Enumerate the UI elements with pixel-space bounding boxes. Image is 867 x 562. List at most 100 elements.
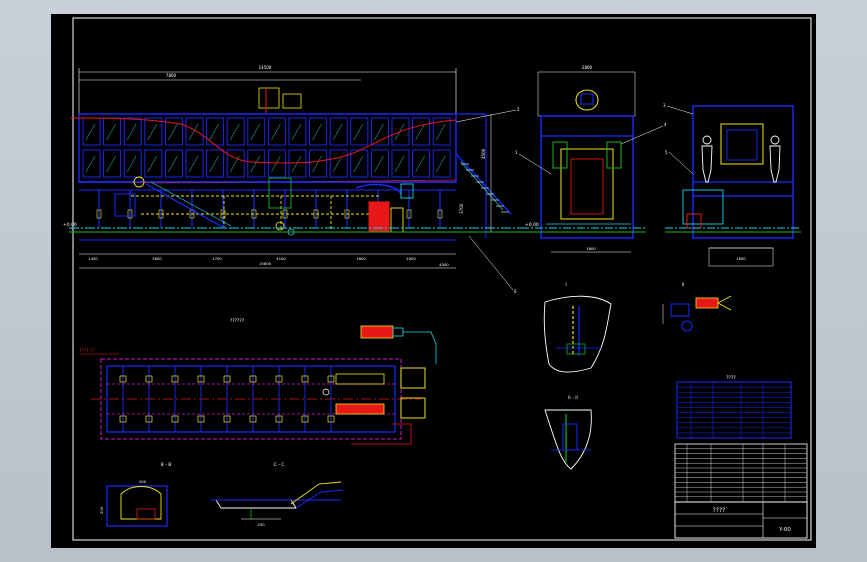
window-pane <box>267 117 286 146</box>
window-glint <box>168 123 178 141</box>
side-view: 1800 3 5 <box>663 103 801 267</box>
window-glint <box>394 155 405 173</box>
window-pane <box>82 149 101 178</box>
sheet-border <box>72 17 812 541</box>
front-elevation: 14500 7800 +0.00 4500 3700 1400 3800 170… <box>63 65 521 294</box>
dim-bottom-1: 1400 <box>88 256 98 261</box>
window-pane <box>288 117 307 146</box>
dim-top-segment: 7800 <box>166 73 177 78</box>
window-glint <box>250 123 261 141</box>
dim-bottom-4: 4100 <box>276 256 286 261</box>
cad-viewport[interactable]: 14500 7800 +0.00 4500 3700 1400 3800 170… <box>0 0 867 562</box>
window-pane <box>309 149 328 178</box>
window-glint <box>168 155 178 173</box>
dim-bottom-3: 1700 <box>212 256 222 261</box>
window-glint <box>188 155 199 173</box>
drawing-sheet: 14500 7800 +0.00 4500 3700 1400 3800 170… <box>51 14 816 548</box>
dim-stair-height: 3700 <box>459 203 464 214</box>
sheet-code: Y-00 <box>778 527 791 533</box>
parts-table-title: ???? <box>726 375 736 381</box>
callout-6: 6 <box>514 289 517 294</box>
window-glint <box>271 155 281 173</box>
dim-end-view-bottom: 1800 <box>586 246 596 251</box>
window-pane <box>123 149 142 178</box>
window-glint <box>250 155 261 173</box>
window-glint <box>312 155 322 173</box>
window-grid <box>82 117 451 178</box>
window-pane <box>123 117 142 146</box>
window-pane <box>206 117 225 146</box>
callout-4: 4 <box>664 122 667 127</box>
window-glint <box>353 123 364 141</box>
detail-I: I <box>543 282 612 373</box>
window-glint <box>435 123 446 141</box>
window-pane <box>350 117 369 146</box>
window-glint <box>229 123 240 141</box>
window-pane <box>329 149 348 178</box>
window-glint <box>229 155 240 173</box>
window-pane <box>144 149 163 178</box>
window-glint <box>106 123 116 141</box>
window-glint <box>435 155 446 173</box>
plan-view: ?????? ???? ?? <box>79 318 437 445</box>
plan-view-label: ?????? <box>230 318 245 324</box>
window-pane <box>432 149 451 178</box>
window-pane <box>82 117 101 146</box>
window-pane <box>226 149 245 178</box>
window-glint <box>188 123 199 141</box>
section-B-B: B - B 200 400 <box>99 462 172 527</box>
window-glint <box>271 123 281 141</box>
callout-2: 2 <box>517 107 520 112</box>
window-glint <box>126 155 137 173</box>
window-pane <box>164 149 183 178</box>
window-pane <box>329 117 348 146</box>
detail-I-label: I <box>565 282 566 288</box>
dim-overall-top: 14500 <box>259 65 272 70</box>
window-glint <box>147 123 158 141</box>
window-pane <box>144 117 163 146</box>
window-glint <box>209 155 219 173</box>
callout-3: 3 <box>663 103 666 108</box>
parts-table-rows <box>677 382 791 438</box>
window-pane <box>185 117 204 146</box>
dim-bottom-total: 15800 <box>259 261 272 266</box>
window-pane <box>370 149 389 178</box>
window-pane <box>412 149 431 178</box>
window-pane <box>226 117 245 146</box>
window-pane <box>103 117 122 146</box>
detail-II-II-label: II - II <box>568 395 578 401</box>
title-block: ???? Y-00 <box>674 501 808 539</box>
window-glint <box>415 155 425 173</box>
window-pane <box>309 117 328 146</box>
window-glint <box>332 123 343 141</box>
window-glint <box>374 155 384 173</box>
window-pane <box>206 149 225 178</box>
window-glint <box>312 123 322 141</box>
section-C-label: C - C <box>274 462 285 468</box>
callout-5: 5 <box>665 150 668 155</box>
dim-bottom-5: 1800 <box>356 256 366 261</box>
window-pane <box>103 149 122 178</box>
window-pane <box>247 117 266 146</box>
window-glint <box>106 155 116 173</box>
window-pane <box>412 117 431 146</box>
parts-table: ???? <box>674 375 808 503</box>
window-pane <box>267 149 286 178</box>
bom-table-rows <box>675 444 807 502</box>
window-pane <box>350 149 369 178</box>
dim-bottom-6: 2000 <box>406 256 416 261</box>
dim-detail-c-width: 250 <box>257 522 265 527</box>
window-glint <box>291 155 302 173</box>
detail-II-II: II - II <box>544 395 592 470</box>
window-pane <box>247 149 266 178</box>
elevation-mark-left: +0.00 <box>63 222 77 228</box>
dim-detail-b-height: 200 <box>99 506 104 514</box>
plan-note: ???? ?? <box>79 348 95 354</box>
window-glint <box>374 123 384 141</box>
window-glint <box>85 123 96 141</box>
section-B-label: B - B <box>161 462 172 468</box>
elevation-mark-middle: +0.00 <box>525 222 539 228</box>
person-figure-left <box>701 135 713 183</box>
detail-II-label: II <box>682 282 685 288</box>
window-glint <box>353 155 364 173</box>
